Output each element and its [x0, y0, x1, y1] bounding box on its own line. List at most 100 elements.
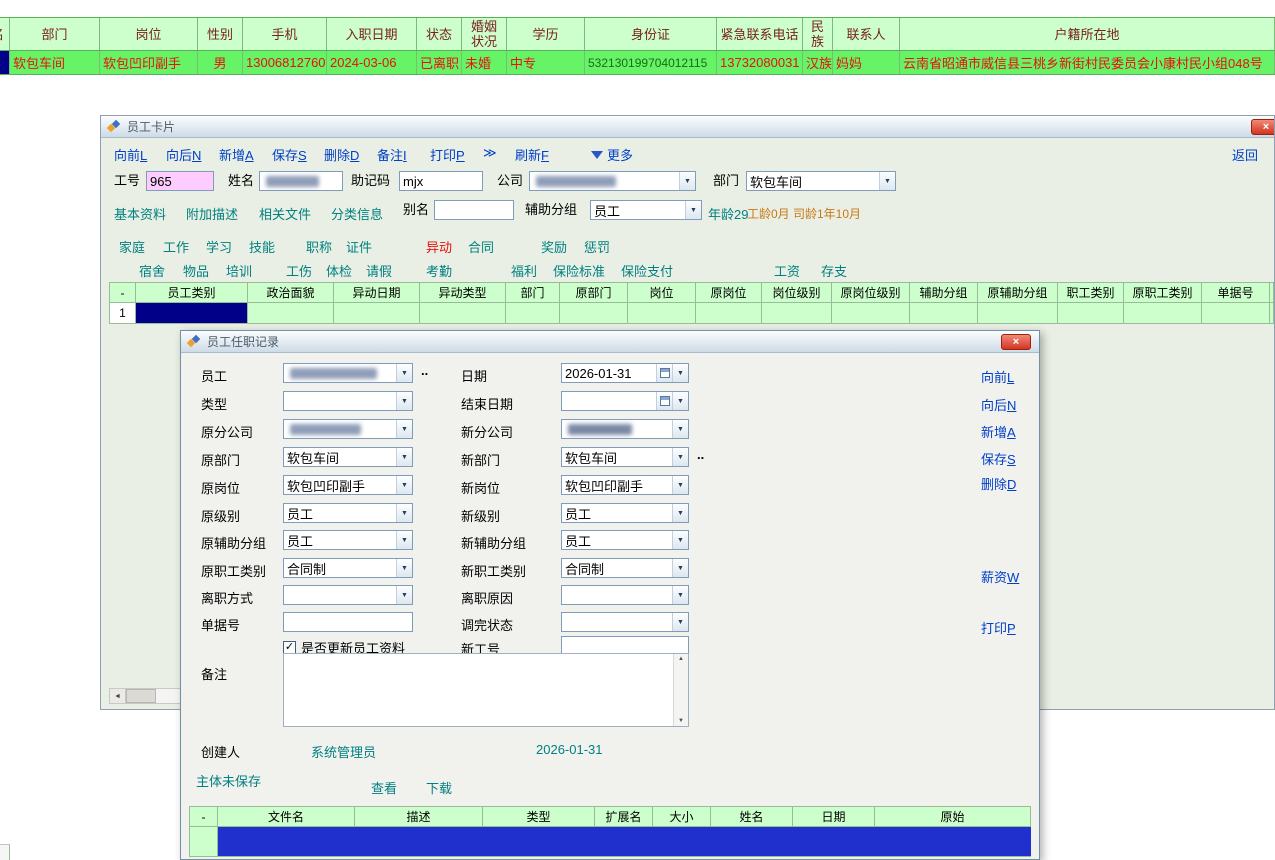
transfer-grid-row[interactable]: 1	[109, 303, 1274, 324]
dropdown-arrow-icon[interactable]: ▼	[685, 201, 701, 219]
old-level-combobox[interactable]: 员工 ▼	[283, 503, 413, 523]
dropdown-arrow-icon[interactable]: ▼	[396, 476, 412, 494]
tab-related-files[interactable]: 相关文件	[259, 204, 311, 223]
dept-combobox[interactable]: 软包车间 ▼	[746, 171, 896, 191]
doc-no-input[interactable]	[283, 612, 413, 632]
aux-group-combobox[interactable]: 员工 ▼	[590, 200, 702, 220]
mnemonic-input[interactable]: mjx	[399, 171, 483, 191]
subtab-deposit[interactable]: 存支	[821, 261, 847, 280]
grid-column-header[interactable]: 原部门	[560, 283, 628, 303]
textarea-scrollbar[interactable]: ▲ ▼	[673, 654, 688, 726]
new-company-combobox[interactable]: ▼	[561, 419, 689, 439]
grid-cell[interactable]	[506, 303, 560, 324]
dialog-prev-button[interactable]: 向前L	[981, 367, 1014, 386]
cell-dept[interactable]: 软包车间	[10, 51, 100, 74]
subtab-leave[interactable]: 请假	[366, 261, 392, 280]
column-header-id-number[interactable]: 身份证	[585, 18, 717, 50]
new-level-combobox[interactable]: 员工 ▼	[561, 503, 689, 523]
close-icon[interactable]: ×	[1001, 334, 1031, 350]
alias-input[interactable]	[434, 200, 514, 220]
save-button[interactable]: 保存S	[272, 145, 307, 164]
subtab-reward[interactable]: 奖励	[541, 237, 567, 256]
grid-cell[interactable]	[1124, 303, 1202, 324]
scroll-left-icon[interactable]: ◄	[110, 689, 126, 703]
window-titlebar[interactable]: 员工卡片 ×	[101, 116, 1274, 138]
cell-address[interactable]: 云南省昭通市威信县三桃乡新街村民委员会小康村民小组048号	[900, 51, 1275, 74]
old-company-combobox[interactable]: ▼	[283, 419, 413, 439]
grid-cell[interactable]	[628, 303, 696, 324]
grid-cell[interactable]	[910, 303, 978, 324]
cell-id-number[interactable]: 532130199704012115	[585, 51, 717, 74]
dropdown-arrow-icon[interactable]: ▼	[672, 531, 688, 549]
dropdown-arrow-icon[interactable]: ▼	[672, 476, 688, 494]
subtab-insurance-standard[interactable]: 保险标准	[553, 261, 605, 280]
grid-column-header[interactable]: 类型	[483, 807, 595, 827]
grid-column-header[interactable]: 姓名	[711, 807, 793, 827]
grid-column-header[interactable]: 大小	[653, 807, 711, 827]
horizontal-scrollbar[interactable]: ◄	[109, 688, 183, 704]
grid-column-header[interactable]: 扩展名	[595, 807, 653, 827]
subtab-training[interactable]: 培训	[226, 261, 252, 280]
subtab-skill[interactable]: 技能	[249, 237, 275, 256]
grid-cell[interactable]	[248, 303, 334, 324]
print-button[interactable]: 打印P	[430, 145, 465, 164]
dropdown-arrow-icon[interactable]: ▼	[396, 448, 412, 466]
column-header-hire-date[interactable]: 入职日期	[327, 18, 417, 50]
expand-icon[interactable]: ≫	[483, 145, 497, 161]
subtab-transfer-active[interactable]: 异动	[426, 237, 452, 256]
dropdown-arrow-icon[interactable]: ▼	[672, 559, 688, 577]
column-header-emergency-phone[interactable]: 紧急联系电话	[717, 18, 803, 50]
dropdown-arrow-icon[interactable]: ▼	[672, 392, 688, 410]
dropdown-arrow-icon[interactable]: ▼	[672, 448, 688, 466]
dropdown-arrow-icon[interactable]: ▼	[879, 172, 895, 190]
remark-textarea[interactable]: ▲ ▼	[283, 653, 689, 727]
column-header-marital[interactable]: 婚姻状况	[462, 18, 507, 50]
dropdown-arrow-icon[interactable]: ▼	[396, 420, 412, 438]
column-header-status[interactable]: 状态	[417, 18, 462, 50]
new-aux-combobox[interactable]: 员工 ▼	[561, 530, 689, 550]
more-button[interactable]: 更多	[607, 145, 633, 164]
column-header-contact[interactable]: 联系人	[833, 18, 900, 50]
scroll-up-icon[interactable]: ▲	[678, 656, 684, 662]
cell-ethnicity[interactable]: 汉族	[803, 51, 833, 74]
dialog-salary-button[interactable]: 薪资W	[981, 567, 1019, 586]
grid-column-header[interactable]: 部门	[506, 283, 560, 303]
grid-column-header[interactable]: -	[190, 807, 218, 827]
dropdown-arrow-icon[interactable]: ▼	[672, 586, 688, 604]
grid-column-header[interactable]: 单据号	[1202, 283, 1270, 303]
row-number-cell[interactable]: 1	[110, 303, 136, 324]
subtab-salary[interactable]: 工资	[774, 261, 800, 280]
subtab-work[interactable]: 工作	[163, 237, 189, 256]
refresh-button[interactable]: 刷新F	[515, 145, 549, 164]
transfer-status-combobox[interactable]: ▼	[561, 612, 689, 632]
cell-phone[interactable]: 13006812760	[243, 51, 327, 74]
new-position-combobox[interactable]: 软包凹印副手 ▼	[561, 475, 689, 495]
tab-extra-desc[interactable]: 附加描述	[186, 204, 238, 223]
old-dept-combobox[interactable]: 软包车间 ▼	[283, 447, 413, 467]
remark-button[interactable]: 备注I	[377, 145, 407, 164]
grid-column-header[interactable]: 岗位级别	[762, 283, 832, 303]
dialog-save-button[interactable]: 保存S	[981, 449, 1016, 468]
tab-category-info[interactable]: 分类信息	[331, 204, 383, 223]
cell-position[interactable]: 软包凹印副手	[100, 51, 198, 74]
grid-cell[interactable]	[762, 303, 832, 324]
cell-marital[interactable]: 未婚	[462, 51, 507, 74]
dialog-next-button[interactable]: 向后N	[981, 395, 1016, 414]
scroll-down-icon[interactable]: ▼	[678, 718, 684, 724]
cell-emergency-phone[interactable]: 13732080031	[717, 51, 803, 74]
dropdown-arrow-icon[interactable]: ▼	[672, 364, 688, 382]
column-header-position[interactable]: 岗位	[100, 18, 198, 50]
cell-status[interactable]: 已离职	[417, 51, 462, 74]
date-picker[interactable]: 2026-01-31 ▼	[561, 363, 689, 383]
column-header-gender[interactable]: 性别	[198, 18, 243, 50]
row-selector-cell[interactable]	[190, 827, 218, 857]
empno-input[interactable]: 965	[146, 171, 214, 191]
subtab-insurance-pay[interactable]: 保险支付	[621, 261, 673, 280]
calendar-icon[interactable]	[656, 364, 672, 382]
grid-cell[interactable]	[1202, 303, 1270, 324]
dropdown-arrow-icon[interactable]: ▼	[396, 364, 412, 382]
subtab-injury[interactable]: 工伤	[286, 261, 312, 280]
tab-basic-info[interactable]: 基本资料	[114, 204, 166, 223]
dialog-add-button[interactable]: 新增A	[981, 422, 1016, 441]
grid-column-header[interactable]: 职工类别	[1058, 283, 1124, 303]
